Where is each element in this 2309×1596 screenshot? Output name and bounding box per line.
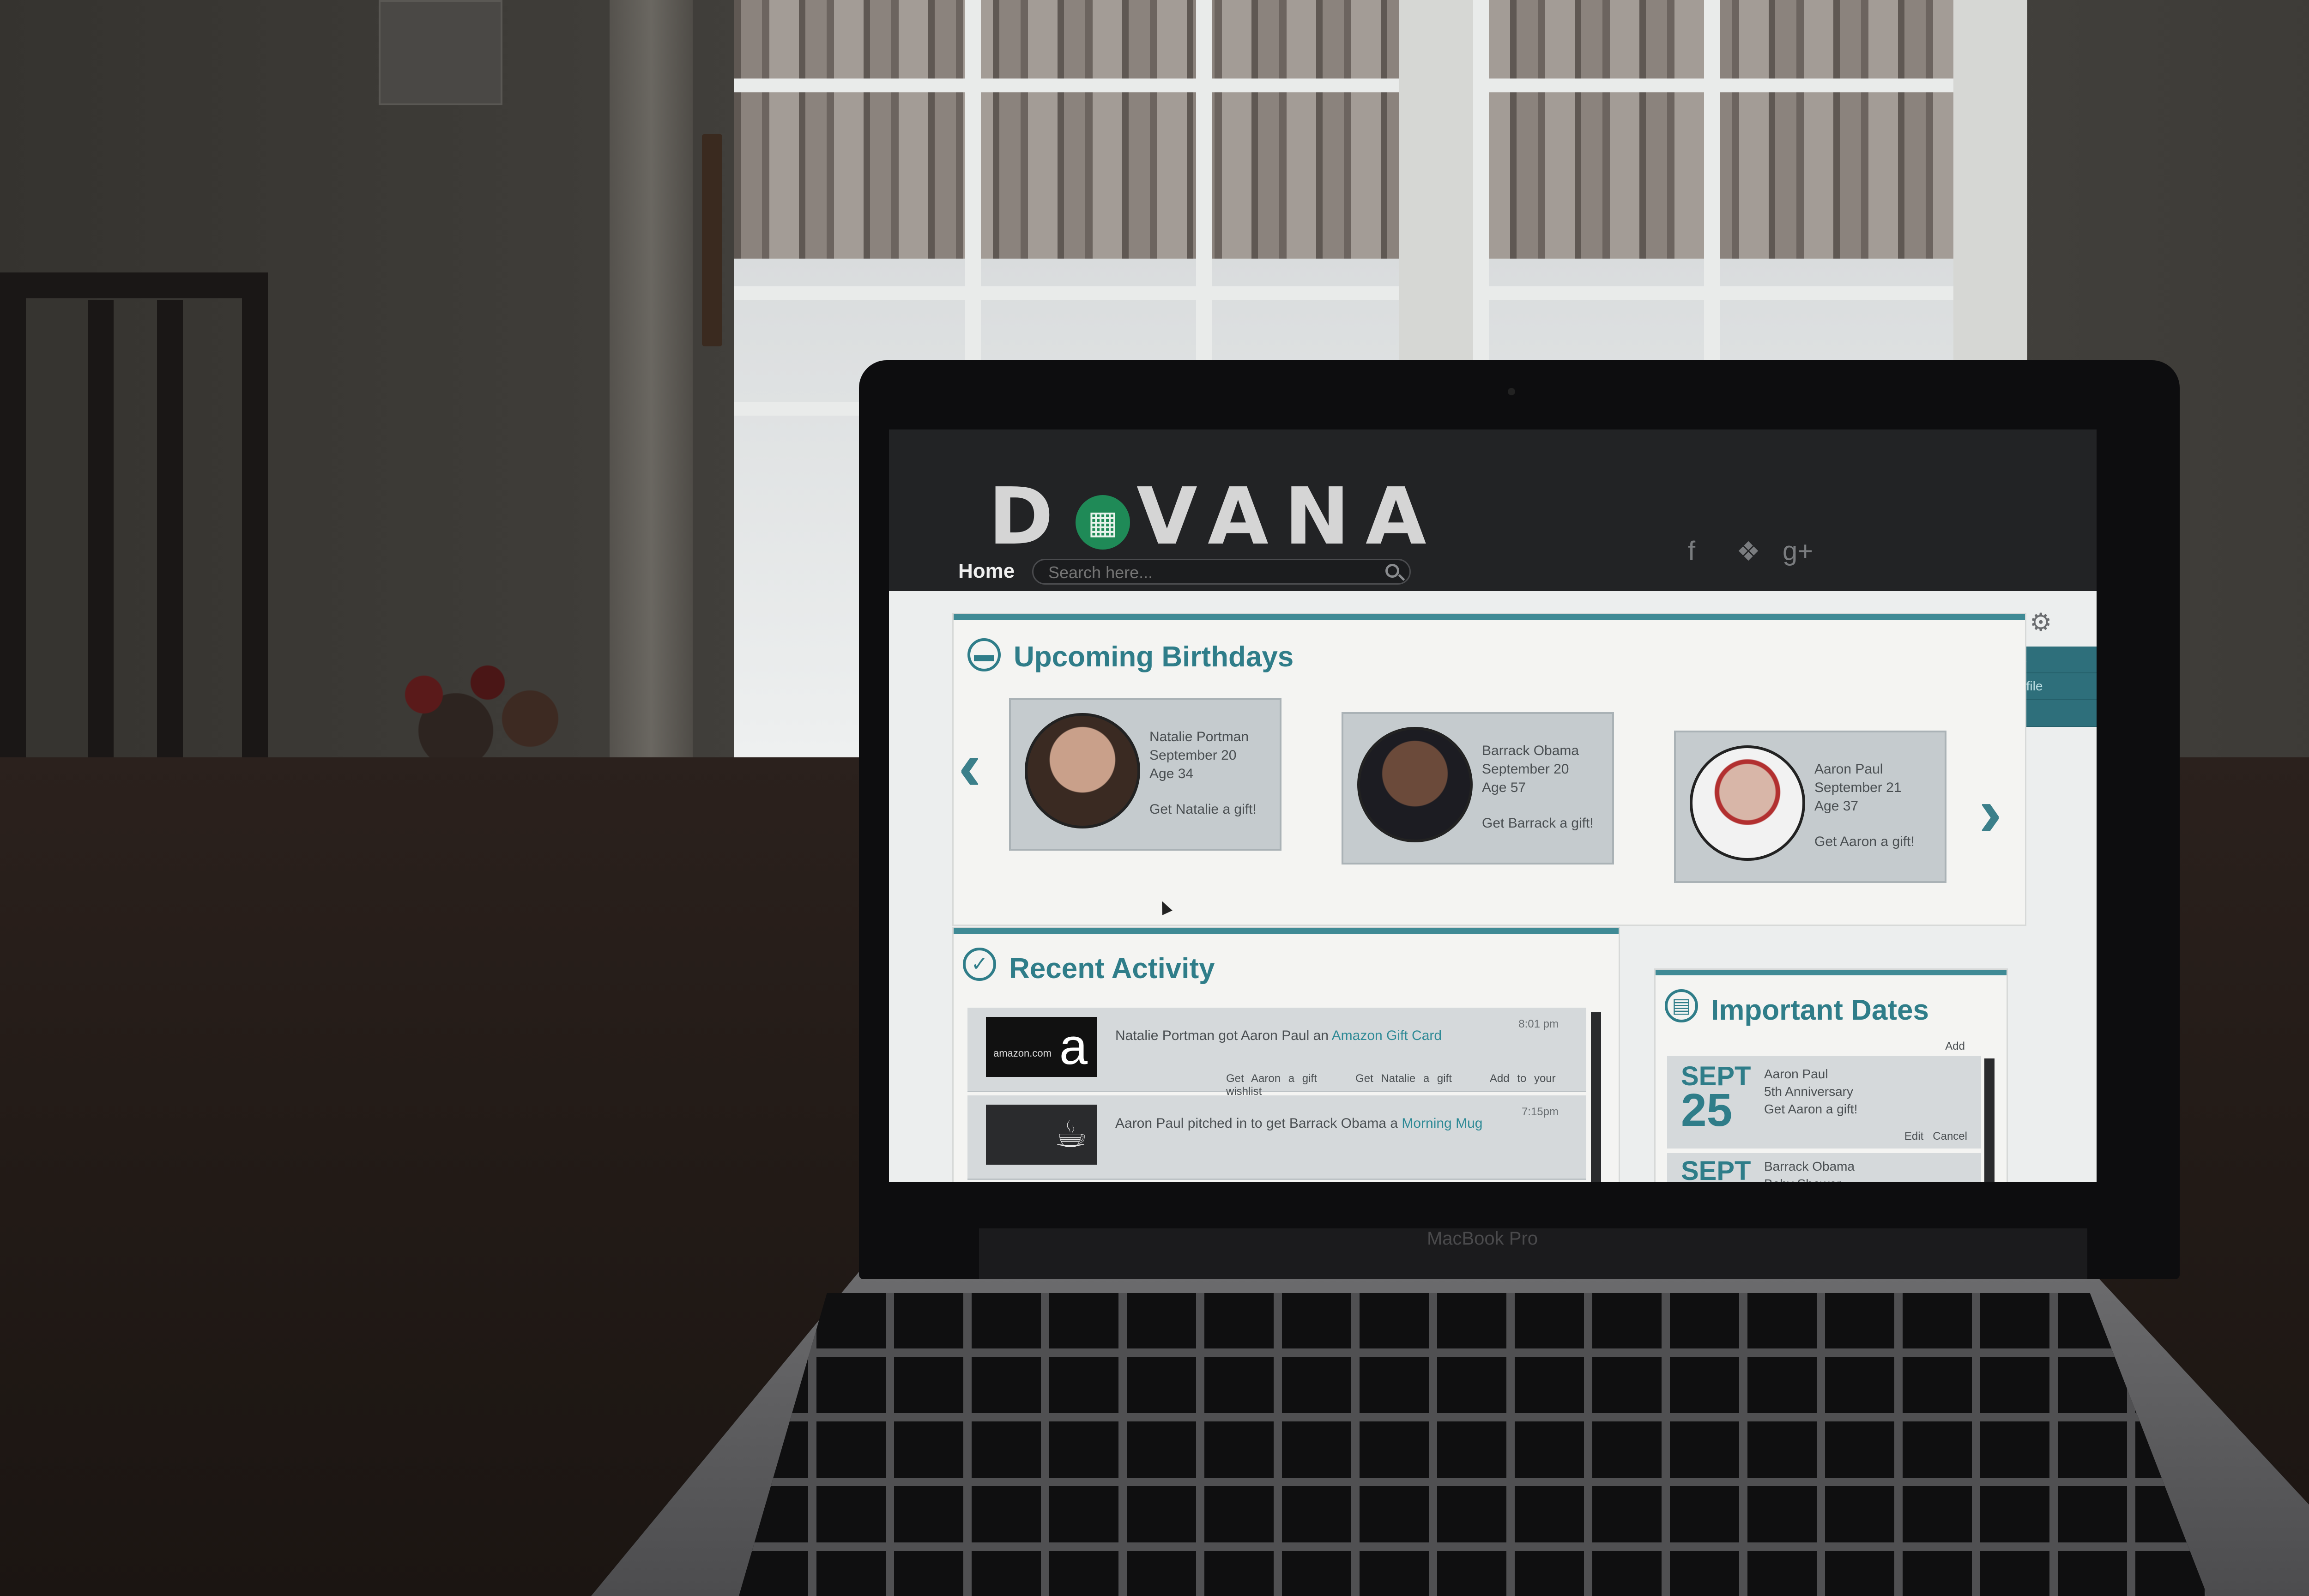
date-item: SEPT 25 Aaron Paul 5th Anniversary Get A…	[1667, 1056, 1981, 1149]
birthday-name: Barrack Obama	[1482, 743, 1579, 758]
window-mullion	[734, 286, 2027, 300]
activity-scrollbar[interactable]	[1591, 1012, 1601, 1182]
avatar	[1357, 727, 1473, 842]
activity-actions: Get Aaron a gift Get Natalie a gift Add …	[1226, 1072, 1586, 1098]
dates-scrollbar[interactable]	[1984, 1058, 1995, 1182]
date-details: Aaron Paul 5th Anniversary Get Aaron a g…	[1764, 1065, 1857, 1118]
birthday-date: September 20	[1149, 748, 1237, 763]
activity-text: Aaron Paul pitched in to get Barrack Oba…	[1115, 1116, 1483, 1131]
birthday-card-natalie[interactable]: Natalie Portman September 20 Age 34 Get …	[1009, 698, 1281, 851]
birthdays-panel: ▬ Upcoming Birthdays ‹ › Natalie Portman…	[954, 614, 2025, 925]
birthday-date: September 20	[1482, 762, 1569, 777]
site-logo[interactable]: D ▦ VANA	[988, 471, 1442, 562]
plant	[360, 647, 573, 767]
date-name: Barrack Obama	[1764, 1159, 1855, 1173]
logo-text-right: VANA	[1136, 471, 1442, 562]
search-icon[interactable]	[1385, 564, 1399, 578]
date-month: SEPT	[1681, 1156, 1751, 1182]
laptop-screen: D▦VANA f ❖ g+ Home Welcome Lisa ⚙ Settin…	[889, 429, 2097, 1182]
gift-link[interactable]: Get Aaron a gift!	[1814, 834, 1915, 850]
activity-panel: ✓ Recent Activity a Natalie Portman got …	[954, 928, 1619, 1182]
date-event: Baby Shower	[1764, 1175, 1855, 1182]
date-day: 25	[1681, 1084, 1733, 1136]
activity-item: ☕ Aaron Paul pitched in to get Barrack O…	[967, 1095, 1586, 1180]
activity-item: a Natalie Portman got Aaron Paul an Amaz…	[967, 1008, 1586, 1098]
add-date-button[interactable]: Add	[1945, 1040, 1965, 1053]
search-input[interactable]	[1047, 563, 1372, 582]
activity-time: 7:15pm	[1521, 1106, 1559, 1118]
chair	[0, 272, 268, 780]
chair-slat	[88, 300, 114, 780]
nav-home[interactable]: Home	[958, 560, 1015, 583]
calendar-icon: ▤	[1665, 989, 1698, 1022]
carousel-prev-button[interactable]: ‹	[958, 726, 981, 806]
get-aaron-gift-link[interactable]: Get Aaron a gift	[1226, 1072, 1317, 1085]
carousel-next-button[interactable]: ›	[1979, 772, 2002, 852]
birthday-details: Aaron Paul September 21 Age 37	[1814, 760, 1901, 816]
birthday-date: September 21	[1814, 780, 1902, 795]
gift-link[interactable]: Get Natalie a gift!	[1149, 802, 1257, 817]
checkmark-icon: ✓	[963, 948, 996, 981]
birthday-card-aaron[interactable]: Aaron Paul September 21 Age 37 Get Aaron…	[1674, 731, 1946, 883]
window-mullion	[734, 79, 2027, 92]
get-natalie-gift-link[interactable]: Get Natalie a gift	[1355, 1072, 1452, 1085]
amazon-gift-card-thumbnail: a	[986, 1017, 1097, 1083]
date-gift-link[interactable]: Get Aaron a gift!	[1764, 1100, 1857, 1118]
logo-text-left: D	[988, 471, 1070, 562]
activity-link[interactable]: Morning Mug	[1402, 1116, 1482, 1131]
google-plus-icon[interactable]: g+	[1783, 536, 1813, 567]
activity-link[interactable]: Amazon Gift Card	[1332, 1028, 1442, 1043]
avatar	[1025, 713, 1140, 828]
door-frame	[610, 0, 693, 767]
birthday-details: Barrack Obama September 20 Age 57	[1482, 742, 1579, 797]
keyboard	[739, 1293, 2207, 1596]
trees	[734, 0, 2027, 259]
date-actions: Edit Cancel	[1904, 1130, 1967, 1143]
key-row-gap	[739, 1413, 2207, 1421]
birthdays-title: Upcoming Birthdays	[1014, 641, 1294, 673]
chair-slat	[157, 300, 183, 780]
date-event: 5th Anniversary	[1764, 1084, 1853, 1099]
birthday-name: Natalie Portman	[1149, 729, 1249, 744]
key-row-gap	[739, 1542, 2207, 1551]
door-hinge	[702, 134, 722, 346]
facebook-icon[interactable]: f	[1688, 536, 1695, 567]
gift-link[interactable]: Get Barrack a gift!	[1482, 816, 1594, 831]
date-details: Barrack Obama Baby Shower	[1764, 1158, 1855, 1182]
key-row-gap	[739, 1348, 2207, 1357]
twitter-icon[interactable]: ❖	[1736, 536, 1760, 567]
laptop-brand: MacBook Pro	[1427, 1228, 1538, 1249]
dates-panel: ▤ Important Dates Add SEPT 25 Aaron Paul…	[1656, 970, 2007, 1182]
avatar	[1690, 745, 1805, 861]
birthday-age: Age 57	[1482, 780, 1526, 795]
birthday-card-barrack[interactable]: Barrack Obama September 20 Age 57 Get Ba…	[1342, 712, 1614, 864]
search-box	[1032, 559, 1411, 585]
gift-icon: ▦	[1076, 495, 1130, 550]
birthday-age: Age 34	[1149, 766, 1194, 781]
site-header: D ▦ VANA f ❖ g+ Home	[889, 429, 2097, 591]
dates-title: Important Dates	[1711, 994, 1929, 1026]
activity-text: Natalie Portman got Aaron Paul an Amazon…	[1115, 1028, 1442, 1043]
light-switch	[379, 0, 502, 105]
key-row-gap	[739, 1478, 2207, 1486]
date-item: SEPT Barrack Obama Baby Shower	[1667, 1153, 1981, 1182]
cake-icon: ▬	[967, 638, 1001, 671]
mug-thumbnail: ☕	[986, 1105, 1097, 1165]
birthday-age: Age 37	[1814, 798, 1859, 814]
birthday-details: Natalie Portman September 20 Age 34	[1149, 728, 1249, 783]
cancel-button[interactable]: Cancel	[1933, 1130, 1967, 1143]
birthday-name: Aaron Paul	[1814, 762, 1883, 777]
activity-time: 8:01 pm	[1518, 1018, 1559, 1030]
date-name: Aaron Paul	[1764, 1067, 1828, 1081]
webcam	[1508, 388, 1515, 395]
edit-button[interactable]: Edit	[1904, 1130, 1923, 1143]
activity-title: Recent Activity	[1009, 953, 1215, 985]
gear-icon[interactable]: ⚙	[2030, 608, 2052, 637]
